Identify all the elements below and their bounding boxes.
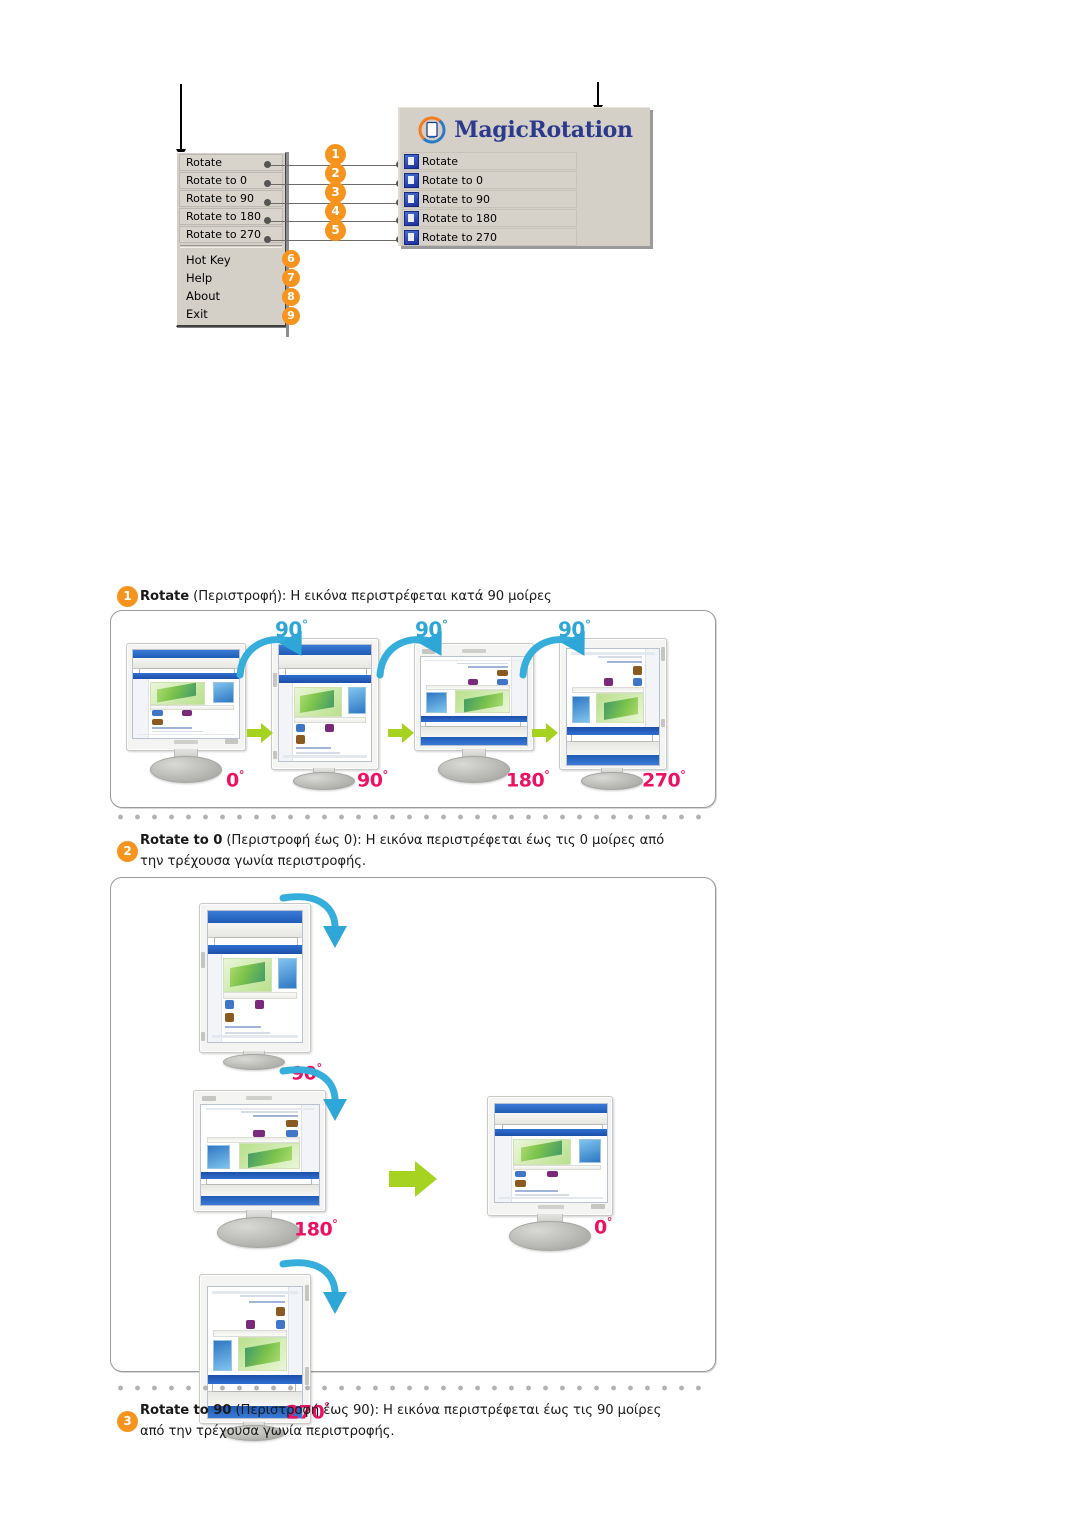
callout-badge-8: 8 (283, 289, 299, 305)
rotate-to-90-icon (404, 191, 419, 207)
rotate-icon (404, 153, 419, 169)
context-menu-item-label: Hot Key (186, 253, 231, 267)
callout-line-5 (268, 240, 402, 241)
context-menu-item-help[interactable]: Help (177, 269, 285, 287)
caption-description: (Περιστροφή έως 90): Η εικόνα περιστρέφε… (231, 1403, 662, 1418)
step-arrow-3 (532, 723, 558, 747)
caption-text: Rotate to 0 (Περιστροφή έως 0): Η εικόνα… (140, 830, 1080, 872)
caption-description: (Περιστροφή): Η εικόνα περιστρέφεται κατ… (189, 589, 552, 604)
figure-rotate-to-0: 90° 180° 270° 0° (110, 877, 716, 1441)
magicrotation-item-label: Rotate (422, 154, 459, 168)
context-menu-item-exit[interactable]: Exit (177, 305, 285, 323)
context-menu-item-label: Exit (186, 307, 208, 321)
callout-badge-2: 2 (326, 164, 345, 183)
context-menu-item-label: Rotate (186, 156, 223, 169)
magicrotation-wordmark: MagicRotation (454, 117, 633, 143)
context-menu-item-label: Rotate to 180 (186, 210, 262, 223)
caption-rotate-to-90: 3 Rotate to 90 (Περιστροφή έως 90): Η ει… (0, 1400, 1080, 1442)
section-badge-3: 3 (118, 1412, 137, 1431)
context-menu-item-label: Rotate to 270 (186, 228, 262, 241)
context-menu-item-label: Rotate to 90 (186, 192, 255, 205)
callout-badge-1: 1 (326, 145, 345, 164)
context-menu-separator (180, 245, 282, 248)
context-menu-item-label: About (186, 289, 221, 303)
caption-term: Rotate (140, 589, 190, 604)
monitor-0deg (126, 643, 248, 783)
callout-dot-left-5 (264, 236, 271, 243)
caption-text: Rotate to 90 (Περιστροφή έως 90): Η εικό… (140, 1400, 1080, 1442)
section-rotate-to-0: 2 Rotate to 0 (Περιστροφή έως 0): Η εικό… (0, 830, 1080, 872)
pointer-arrow-context-menu (176, 84, 186, 158)
section-separator-1 (112, 814, 706, 820)
step-arrow-1 (247, 723, 273, 747)
section-rotate-to-90: 3 Rotate to 90 (Περιστροφή έως 90): Η ει… (0, 1400, 1080, 1442)
magicrotation-item-rotate-to-0[interactable]: Rotate to 0 (402, 171, 577, 189)
callout-badge-5: 5 (326, 221, 345, 240)
section-badge-2: 2 (118, 842, 137, 861)
angle-label-90: 90° (357, 768, 388, 792)
magicrotation-item-label: Rotate to 0 (422, 173, 484, 187)
top-diagram: Rotate Rotate to 0 Rotate to 90 Rotate t… (0, 0, 1080, 370)
caption-term: Rotate to 90 (140, 1403, 232, 1418)
rotate-arrow-label-1: 90° (275, 617, 308, 642)
caption-term: Rotate to 0 (140, 833, 223, 848)
callout-dot-left-3 (264, 199, 271, 206)
rotate-to-270-icon (404, 229, 419, 245)
magicrotation-logo-icon (417, 115, 447, 145)
context-menu-item-hot-key[interactable]: Hot Key (177, 251, 285, 269)
rotate-arrow-source-270 (279, 1256, 349, 1322)
screen-content (495, 1104, 607, 1202)
angle-label-source-180: 180° (294, 1217, 338, 1241)
callout-badge-9: 9 (283, 308, 299, 324)
section-badge-1: 1 (118, 587, 137, 606)
magicrotation-item-rotate-to-270[interactable]: Rotate to 270 (402, 228, 577, 246)
magicrotation-item-rotate[interactable]: Rotate (402, 152, 577, 170)
caption-description: (Περιστροφή έως 0): Η εικόνα περιστρέφετ… (222, 833, 665, 848)
caption-description-line2: από την τρέχουσα γωνία περιστροφής. (140, 1424, 395, 1439)
caption-rotate: 1 Rotate (Περιστροφή): Η εικόνα περιστρέ… (0, 586, 1080, 608)
rotate-arrow-label-2: 90° (415, 617, 448, 642)
rotate-to-180-icon (404, 210, 419, 226)
rotate-arrow-source-180 (279, 1063, 349, 1129)
callout-badge-7: 7 (283, 270, 299, 286)
step-arrow-2 (388, 723, 414, 747)
context-menu-item-label: Help (186, 271, 213, 285)
context-menu-item-about[interactable]: About (177, 287, 285, 305)
magicrotation-panel: MagicRotation Rotate Rotate to 0 Rotate … (398, 107, 650, 246)
callout-badge-4: 4 (326, 202, 345, 221)
section-rotate: 1 Rotate (Περιστροφή): Η εικόνα περιστρέ… (0, 586, 1080, 608)
angle-label-180: 180° (506, 768, 550, 792)
callout-badge-6: 6 (283, 251, 299, 267)
caption-description-line2: την τρέχουσα γωνία περιστροφής. (140, 854, 366, 869)
rotate-arrow-label-3: 90° (558, 617, 591, 642)
step-arrow-to-target (389, 1161, 437, 1201)
angle-label-target-0: 0° (594, 1215, 612, 1239)
section-separator-2 (112, 1385, 706, 1391)
pointer-arrow-magicrotation-panel (593, 82, 603, 114)
angle-label-0: 0° (226, 768, 244, 792)
callout-dot-left-4 (264, 217, 271, 224)
caption-text: Rotate (Περιστροφή): Η εικόνα περιστρέφε… (140, 586, 1080, 607)
magicrotation-item-rotate-to-90[interactable]: Rotate to 90 (402, 190, 577, 208)
caption-rotate-to-0: 2 Rotate to 0 (Περιστροφή έως 0): Η εικό… (0, 830, 1080, 872)
screen-content (133, 650, 239, 738)
callout-badge-3: 3 (326, 183, 345, 202)
callout-dot-left-2 (264, 180, 271, 187)
rotate-arrow-source-90 (279, 890, 349, 956)
context-menu-item-label: Rotate to 0 (186, 174, 248, 187)
magicrotation-item-rotate-to-180[interactable]: Rotate to 180 (402, 209, 577, 227)
magicrotation-item-label: Rotate to 90 (422, 192, 491, 206)
magicrotation-header: MagicRotation (400, 108, 650, 152)
magicrotation-item-label: Rotate to 180 (422, 211, 498, 225)
rotate-to-0-icon (404, 172, 419, 188)
magicrotation-item-label: Rotate to 270 (422, 230, 498, 244)
figure-rotate-sequence: 0° 90° 180° 270° 90° 90° 90° (110, 610, 716, 808)
angle-label-270: 270° (642, 768, 686, 792)
callout-dot-left-1 (264, 161, 271, 168)
